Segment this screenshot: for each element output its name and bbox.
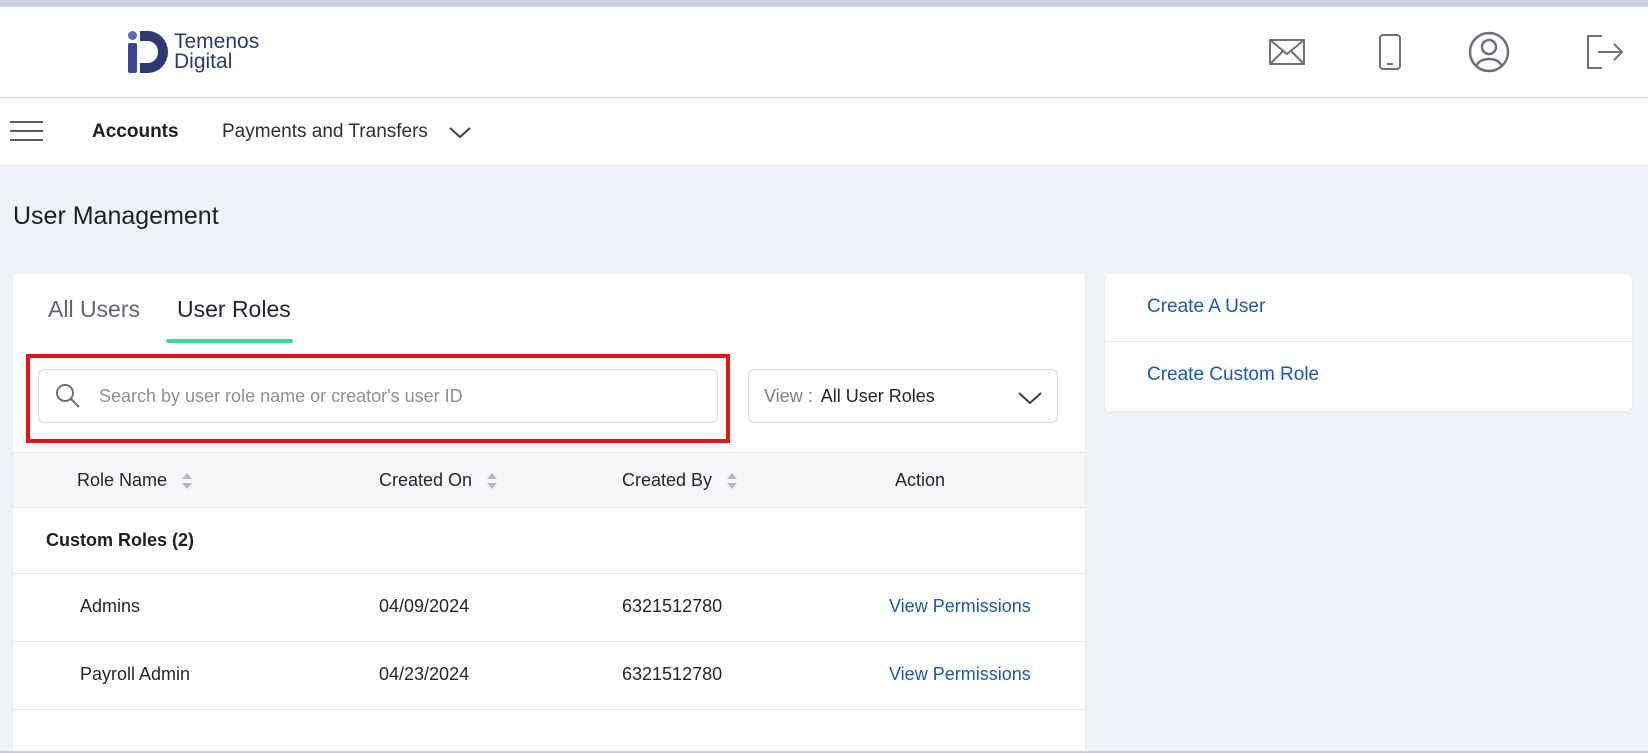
group-row-custom-roles: Custom Roles (2) xyxy=(13,508,1085,574)
column-header-action: Action xyxy=(895,470,945,491)
sort-icon[interactable] xyxy=(486,472,498,490)
create-user-item[interactable]: Create A User xyxy=(1105,274,1632,342)
search-field[interactable] xyxy=(38,369,718,423)
column-label: Role Name xyxy=(77,470,168,490)
create-custom-role-link[interactable]: Create Custom Role xyxy=(1147,364,1319,386)
table-row: Payroll Admin 04/23/2024 6321512780 View… xyxy=(13,642,1085,710)
profile-button[interactable] xyxy=(1464,27,1514,77)
sort-icon[interactable] xyxy=(726,472,738,490)
cell-created-by: 6321512780 xyxy=(622,596,723,616)
column-label: Created On xyxy=(379,470,473,490)
logout-button[interactable] xyxy=(1580,27,1630,77)
main-nav: Accounts Payments and Transfers xyxy=(0,99,1648,166)
cell-created-by: 6321512780 xyxy=(622,664,723,684)
mail-icon xyxy=(1269,39,1305,65)
logout-icon xyxy=(1587,35,1624,69)
table-header: Role Name Created On Created By Action xyxy=(13,452,1085,508)
column-header-created-on[interactable]: Created On xyxy=(379,470,498,491)
cell-created-on: 04/09/2024 xyxy=(379,596,470,616)
view-filter-value: All User Roles xyxy=(820,385,935,406)
create-custom-role-item[interactable]: Create Custom Role xyxy=(1105,342,1632,410)
cell-role-name: Admins xyxy=(80,596,141,616)
user-roles-panel: All Users User Roles View : All User Rol… xyxy=(13,274,1085,753)
view-permissions-link[interactable]: View Permissions xyxy=(889,664,1031,685)
app-header: Temenos Digital xyxy=(0,7,1648,98)
view-permissions-link[interactable]: View Permissions xyxy=(889,596,1031,617)
page-title: User Management xyxy=(13,202,219,230)
chevron-down-icon xyxy=(1018,392,1042,405)
create-user-link[interactable]: Create A User xyxy=(1147,296,1265,318)
nav-item-accounts[interactable]: Accounts xyxy=(92,121,179,143)
active-tab-indicator xyxy=(166,339,293,343)
mobile-button[interactable] xyxy=(1365,27,1415,77)
column-header-created-by[interactable]: Created By xyxy=(622,470,738,491)
sort-icon[interactable] xyxy=(181,472,193,490)
cell-created-on: 04/23/2024 xyxy=(379,664,470,684)
cell-role-name: Payroll Admin xyxy=(80,664,191,684)
mobile-icon xyxy=(1379,34,1401,70)
nav-item-payments-and-transfers[interactable]: Payments and Transfers xyxy=(222,121,428,143)
chevron-down-icon[interactable] xyxy=(448,123,472,141)
search-icon xyxy=(56,384,80,408)
search-input[interactable] xyxy=(99,385,699,407)
mail-button[interactable] xyxy=(1262,27,1312,77)
quick-actions-card: Create A User Create Custom Role xyxy=(1105,274,1632,411)
column-label: Created By xyxy=(622,470,713,490)
brand-name: Temenos Digital xyxy=(174,30,260,73)
logo-mark-icon xyxy=(128,31,168,73)
column-label: Action xyxy=(895,470,946,490)
group-label: Custom Roles (2) xyxy=(46,530,195,550)
brand-line2: Digital xyxy=(174,50,233,73)
brand-logo[interactable]: Temenos Digital xyxy=(128,29,259,75)
hamburger-menu-icon[interactable] xyxy=(10,121,43,143)
brand-line1: Temenos xyxy=(174,30,260,53)
tab-user-roles[interactable]: User Roles xyxy=(177,296,291,323)
column-header-role-name[interactable]: Role Name xyxy=(77,470,193,491)
view-filter-select[interactable]: View : All User Roles xyxy=(748,369,1058,423)
user-profile-icon xyxy=(1468,31,1510,73)
view-filter-label: View : xyxy=(764,385,813,406)
table-row: Admins 04/09/2024 6321512780 View Permis… xyxy=(13,574,1085,642)
top-strip xyxy=(0,0,1648,7)
tab-all-users[interactable]: All Users xyxy=(48,296,140,323)
